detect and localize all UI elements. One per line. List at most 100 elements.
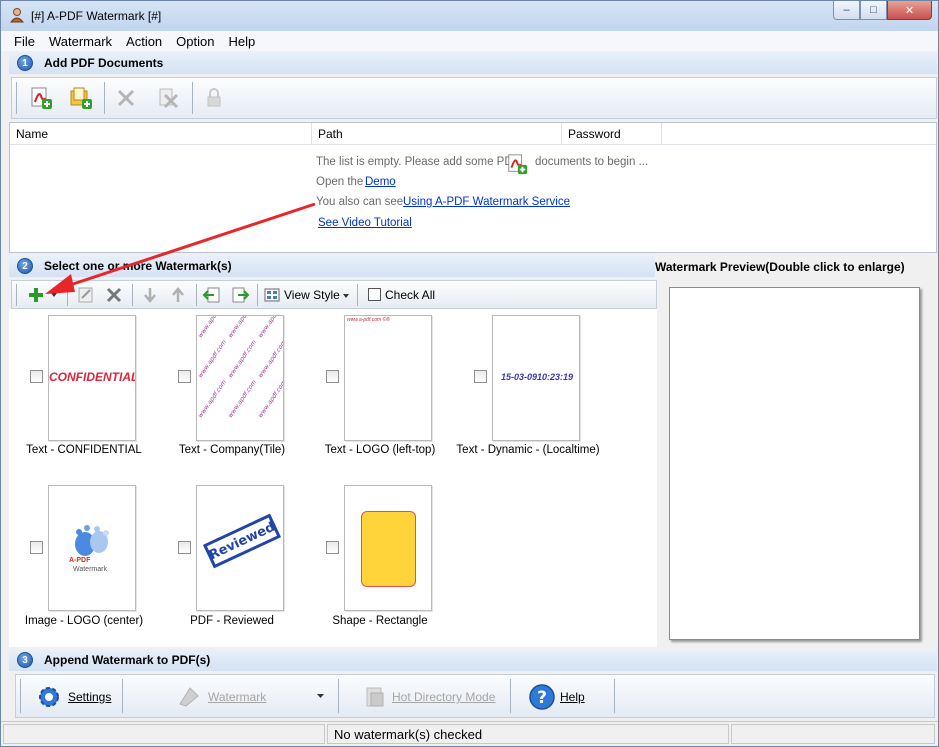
check-all-checkbox[interactable] xyxy=(368,288,381,301)
thumbnail-text: www.a-pdf.com ©® xyxy=(347,317,390,323)
column-password[interactable]: Password xyxy=(562,123,662,145)
step-number: 3 xyxy=(17,652,33,668)
lock-icon[interactable] xyxy=(202,86,226,110)
help-button[interactable]: ? Help xyxy=(528,681,585,713)
tile-pattern: www.apdf.com www.apdf.com www.apdf.com w… xyxy=(197,316,284,419)
maximize-button[interactable]: □ xyxy=(860,1,887,20)
move-up-icon[interactable] xyxy=(168,285,188,305)
thumbnail-subtext: Watermark xyxy=(73,566,107,573)
settings-button[interactable]: Settings xyxy=(36,681,111,713)
thumbnail-text: Reviewed xyxy=(206,519,278,563)
menu-watermark[interactable]: Watermark xyxy=(42,34,119,49)
watermark-item[interactable]: www.apdf.com www.apdf.com www.apdf.com w… xyxy=(157,309,307,469)
clear-all-icon[interactable] xyxy=(156,86,180,110)
dropdown-arrow-icon[interactable] xyxy=(50,291,58,299)
remove-icon[interactable] xyxy=(114,86,138,110)
watermark-label: Text - CONFIDENTIAL xyxy=(26,444,142,456)
status-bar: No watermark(s) checked xyxy=(1,721,938,746)
watermark-thumbnail[interactable]: www.apdf.com www.apdf.com www.apdf.com w… xyxy=(196,315,284,441)
pdf-toolbar xyxy=(11,77,937,119)
watermark-thumbnail[interactable]: CONFIDENTIAL xyxy=(48,315,136,441)
svg-text:www.apdf.com: www.apdf.com xyxy=(197,379,228,419)
status-message: No watermark(s) checked xyxy=(327,724,729,744)
check-all-label[interactable]: Check All xyxy=(385,288,435,302)
watermark-checkbox[interactable] xyxy=(30,541,43,554)
watermark-thumbnail[interactable]: A-PDF Watermark xyxy=(48,485,136,611)
column-filler xyxy=(662,123,936,145)
add-icon[interactable] xyxy=(26,285,46,305)
watermark-label: Text - Dynamic - (Localtime) xyxy=(456,444,600,456)
watermark-checkbox[interactable] xyxy=(30,370,43,383)
watermark-dropdown-icon[interactable] xyxy=(316,692,325,700)
watermark-item[interactable]: www.a-pdf.com ©® Text - LOGO (left-top) xyxy=(305,309,455,469)
watermark-thumbnail[interactable] xyxy=(344,485,432,611)
watermark-checkbox[interactable] xyxy=(474,370,487,383)
watermark-checkbox[interactable] xyxy=(178,541,191,554)
section-append: 3 Append Watermark to PDF(s) xyxy=(9,649,937,671)
watermark-checkbox[interactable] xyxy=(326,370,339,383)
svg-text:www.apdf.com: www.apdf.com xyxy=(197,316,228,339)
step-number: 1 xyxy=(17,55,33,71)
pdf-file-list[interactable]: Name Path Password The list is empty. Pl… xyxy=(9,122,937,253)
watermark-item[interactable]: Shape - Rectangle xyxy=(305,481,455,641)
apdf-logo-icon xyxy=(75,525,109,556)
export-icon[interactable] xyxy=(230,285,250,305)
also-see-label: You also can see xyxy=(316,196,404,208)
watermark-thumbnail[interactable]: www.a-pdf.com ©® xyxy=(344,315,432,441)
watermark-checkbox[interactable] xyxy=(326,541,339,554)
svg-text:www.apdf.com: www.apdf.com xyxy=(227,339,258,379)
app-window: [#] A-PDF Watermark [#] – □ ✕ File Water… xyxy=(0,0,939,747)
reviewed-stamp: Reviewed xyxy=(202,513,282,569)
close-button[interactable]: ✕ xyxy=(887,1,932,20)
watermark-preview[interactable] xyxy=(669,287,920,640)
watermark-item[interactable]: Reviewed PDF - Reviewed xyxy=(157,481,307,641)
close-icon: ✕ xyxy=(904,4,915,17)
move-down-icon[interactable] xyxy=(140,285,160,305)
menu-option[interactable]: Option xyxy=(169,34,221,49)
open-the-label: Open the xyxy=(316,176,364,188)
view-style-dropdown-icon[interactable] xyxy=(342,292,350,300)
add-folder-icon[interactable] xyxy=(69,86,93,110)
help-icon: ? xyxy=(529,684,555,710)
hot-directory-button[interactable]: Hot Directory Mode xyxy=(362,681,495,713)
menu-help[interactable]: Help xyxy=(221,34,262,49)
view-style-icon[interactable] xyxy=(264,287,280,303)
watermark-item[interactable]: CONFIDENTIAL Text - CONFIDENTIAL xyxy=(9,309,159,469)
service-link[interactable]: Using A-PDF Watermark Service xyxy=(403,196,570,208)
svg-text:www.apdf.com: www.apdf.com xyxy=(257,339,284,379)
watermark-toolbar: View Style Check All xyxy=(11,280,657,309)
view-style-button[interactable]: View Style xyxy=(284,288,340,302)
minimize-icon: – xyxy=(843,4,850,16)
watermark-item[interactable]: 15-03-0910:23:19 Text - Dynamic - (Local… xyxy=(453,309,603,469)
thumbnail-text: A-PDF xyxy=(69,557,91,564)
watermark-run-icon xyxy=(179,687,199,707)
watermark-item[interactable]: A-PDF Watermark Image - LOGO (center) xyxy=(9,481,159,641)
import-icon[interactable] xyxy=(202,285,222,305)
thumbnail-text: 15-03-0910:23:19 xyxy=(500,372,574,382)
delete-icon[interactable] xyxy=(104,285,124,305)
thumbnail-text: CONFIDENTIAL xyxy=(49,370,136,384)
hot-directory-label: Hot Directory Mode xyxy=(392,690,496,704)
minimize-button[interactable]: – xyxy=(833,1,860,20)
watermark-thumbnail[interactable]: 15-03-0910:23:19 xyxy=(492,315,580,441)
title-bar: [#] A-PDF Watermark [#] – □ ✕ xyxy=(1,1,938,31)
menu-action[interactable]: Action xyxy=(119,34,169,49)
watermark-button[interactable]: Watermark xyxy=(176,681,266,713)
watermark-grid: CONFIDENTIAL Text - CONFIDENTIAL www.apd… xyxy=(9,309,657,647)
watermark-thumbnail[interactable]: Reviewed xyxy=(196,485,284,611)
demo-link[interactable]: Demo xyxy=(365,176,396,188)
add-pdf-icon[interactable] xyxy=(29,86,53,110)
video-tutorial-link[interactable]: See Video Tutorial xyxy=(318,217,412,229)
gear-icon xyxy=(39,687,59,707)
watermark-checkbox[interactable] xyxy=(178,370,191,383)
status-extra xyxy=(731,724,935,744)
column-path[interactable]: Path xyxy=(312,123,562,145)
app-icon xyxy=(9,8,25,23)
menu-file[interactable]: File xyxy=(7,34,42,49)
section-select-watermark: 2 Select one or more Watermark(s) xyxy=(9,255,655,277)
window-title: [#] A-PDF Watermark [#] xyxy=(31,9,162,23)
column-name[interactable]: Name xyxy=(10,123,312,145)
edit-icon[interactable] xyxy=(76,285,96,305)
status-progress xyxy=(3,724,325,744)
hot-directory-icon xyxy=(366,687,384,707)
